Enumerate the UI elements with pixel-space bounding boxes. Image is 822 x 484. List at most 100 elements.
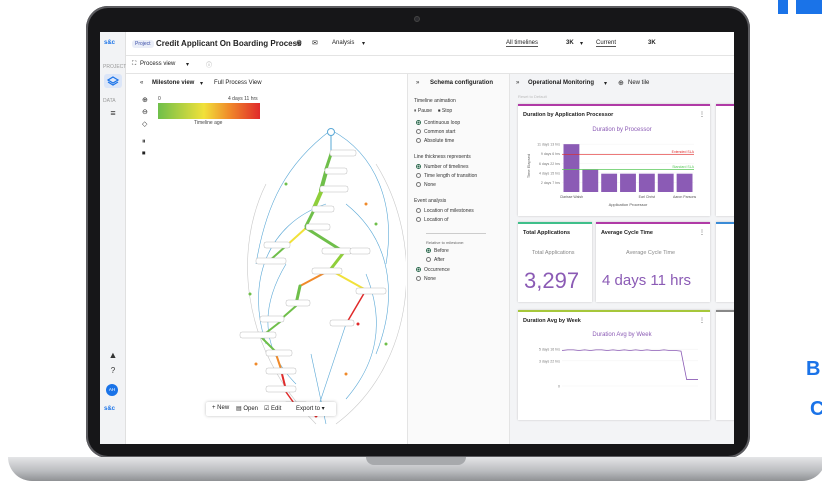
option-before[interactable]: Before: [426, 248, 449, 254]
total-applications-card[interactable]: Total Applications Total Applications 3,…: [518, 222, 592, 302]
location-select[interactable]: [426, 226, 486, 234]
line-chart: Duration Avg by Week 0 3 days 22 hrs 5 days…: [539, 332, 698, 389]
avatar[interactable]: AH: [106, 384, 118, 396]
average-cycle-time-card[interactable]: Average Cycle Time ⋮ Average Cycle Time …: [596, 222, 710, 302]
open-button-label: Open: [243, 406, 259, 412]
stack-icon[interactable]: ≡: [106, 108, 120, 118]
chart-title: Duration Avg by Week: [592, 332, 652, 338]
monitoring-pane: » Operational Monitoring ▾ ⊕ New tile Re…: [510, 74, 734, 444]
option-number-of-timelines[interactable]: Number of timelines: [416, 164, 468, 170]
line-thickness-heading: Line thickness represents: [414, 154, 471, 160]
monitoring-title[interactable]: Operational Monitoring: [528, 80, 594, 86]
option-label: Before: [434, 248, 449, 254]
bar: [620, 173, 636, 192]
pause-label: Pause: [417, 108, 433, 114]
y-tick-label: 11 days 13 hrs: [537, 143, 560, 147]
more-icon[interactable]: ⋮: [699, 317, 705, 324]
kpi-value: 3,297: [524, 268, 580, 293]
view-selector[interactable]: Process view: [140, 61, 175, 67]
zoom-in-icon[interactable]: ⊕: [142, 96, 148, 104]
option-event-none[interactable]: None: [416, 276, 436, 282]
more-icon[interactable]: ⋮: [699, 111, 705, 118]
expand-icon[interactable]: »: [516, 80, 519, 86]
pause-button[interactable]: ⏸ Pause: [414, 108, 432, 114]
process-icon: ⛶: [132, 61, 137, 67]
bell-icon[interactable]: ▲: [106, 350, 120, 360]
new-tile-button[interactable]: New tile: [628, 80, 649, 86]
option-location-of[interactable]: Location of: [416, 217, 448, 223]
option-label: None: [424, 182, 436, 188]
mail-icon[interactable]: ✉: [312, 39, 318, 47]
info-icon[interactable]: ⓘ: [206, 60, 212, 69]
chevron-down-icon[interactable]: ▾: [362, 40, 365, 47]
reset-default-link[interactable]: Reset to Default: [518, 94, 547, 99]
kpi-value: 4 days 11 hrs: [602, 272, 691, 289]
partial-card: [716, 310, 734, 420]
stop-icon[interactable]: ⏹: [142, 150, 146, 158]
current-label[interactable]: Current: [596, 40, 617, 47]
all-timelines-label[interactable]: All timelines: [506, 40, 539, 47]
kpi-label: Total Applications: [532, 250, 575, 256]
event-analysis-heading: Event analysis: [414, 198, 447, 204]
fit-icon[interactable]: ◇: [142, 120, 147, 128]
bar: [601, 173, 618, 192]
brand-letter-c: C: [810, 398, 822, 420]
option-label: Common start: [424, 129, 456, 135]
option-label: Occurrence: [424, 267, 450, 273]
chevron-down-icon[interactable]: ▾: [604, 80, 607, 87]
option-continuous-loop[interactable]: Continuous loop: [416, 120, 460, 126]
option-label: After: [434, 257, 445, 263]
new-button[interactable]: + New: [212, 405, 229, 411]
process-pane: « Milestone view ▾ Full Process View ⊕ ⊖…: [126, 74, 408, 444]
process-map[interactable]: [226, 124, 406, 434]
option-location-of-milestones[interactable]: Location of milestones: [416, 208, 474, 214]
rail-section-project: PROJECT: [103, 64, 127, 70]
y-tick-label: 9 days 6 hrs: [541, 152, 560, 156]
layers-icon[interactable]: [104, 74, 122, 88]
card-title: Duration by Application Processor: [523, 112, 614, 118]
current-value: 3K: [648, 40, 656, 46]
app-logo[interactable]: s&c: [104, 40, 115, 46]
help-icon[interactable]: ?: [106, 366, 120, 375]
milestone-view-selector[interactable]: Milestone view: [152, 80, 194, 86]
chevron-down-icon[interactable]: ▾: [200, 80, 203, 87]
settings-icon[interactable]: ⚙: [296, 39, 302, 47]
chevron-down-icon[interactable]: ▾: [580, 40, 583, 47]
project-chip[interactable]: Project: [132, 40, 154, 48]
y-tick-label: 3 days 22 hrs: [539, 359, 560, 363]
export-button[interactable]: Export to ▾: [296, 405, 325, 412]
expand-icon[interactable]: »: [416, 80, 419, 86]
option-common-start[interactable]: Common start: [416, 129, 455, 135]
top-bar: Project Credit Applicant On Boarding Pro…: [126, 32, 734, 56]
logo-icon[interactable]: s&c: [104, 406, 115, 412]
option-label: Time length of transition: [424, 173, 478, 179]
brand-bar: [778, 0, 788, 14]
edit-button[interactable]: ☑ Edit: [264, 405, 281, 412]
camera-icon: [414, 16, 420, 22]
duration-avg-by-week-card[interactable]: Duration Avg by Week ⋮ Duration Avg by W…: [518, 310, 710, 420]
chevron-down-icon[interactable]: ▾: [186, 61, 189, 68]
bar: [563, 144, 580, 192]
timeline-age-legend: [158, 103, 260, 119]
zoom-out-icon[interactable]: ⊖: [142, 108, 148, 116]
option-occurrence[interactable]: Occurrence: [416, 267, 450, 273]
collapse-icon[interactable]: «: [140, 80, 143, 86]
option-absolute-time[interactable]: Absolute time: [416, 138, 454, 144]
pause-icon[interactable]: ⏸: [142, 138, 146, 146]
option-after[interactable]: After: [426, 257, 445, 263]
add-tile-icon[interactable]: ⊕: [618, 79, 624, 87]
full-process-view-link[interactable]: Full Process View: [214, 80, 262, 86]
duration-by-processor-card[interactable]: Duration by Application Processor ⋮ Dura…: [518, 104, 710, 216]
option-none[interactable]: None: [416, 182, 436, 188]
stop-button[interactable]: ⏹ Stop: [438, 108, 452, 114]
open-button[interactable]: ▤ Open: [236, 405, 258, 412]
stop-label: Stop: [441, 108, 453, 114]
kpi-label: Average Cycle Time: [626, 250, 676, 256]
option-label: Location of: [424, 217, 449, 223]
card-title: Total Applications: [523, 230, 571, 236]
x-tick-label: Clarisse Walsh: [560, 195, 583, 199]
more-icon[interactable]: ⋮: [699, 229, 705, 236]
all-timelines-value: 3K: [566, 40, 574, 46]
analysis-menu[interactable]: Analysis: [332, 40, 354, 46]
option-time-length[interactable]: Time length of transition: [416, 173, 477, 179]
